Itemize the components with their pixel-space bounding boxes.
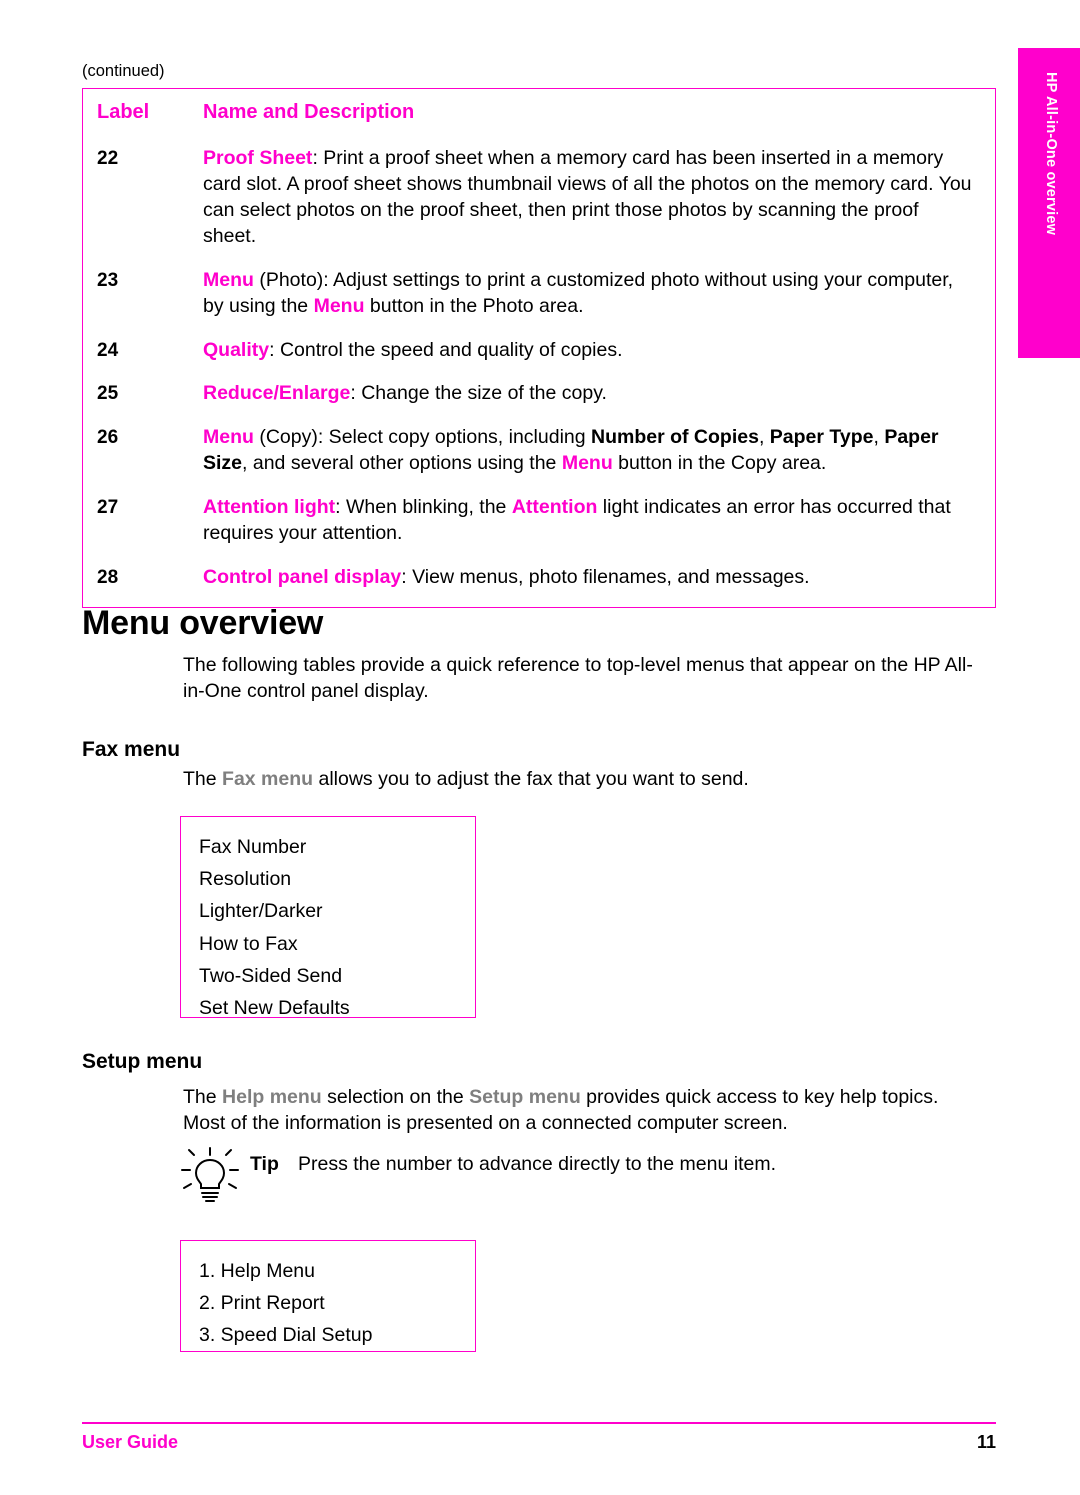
table-row: 24 Quality: Control the speed and qualit… [83,324,995,368]
row-label-cell: 24 [83,338,203,364]
row-number: 28 [97,567,119,589]
row-number: 24 [97,339,119,361]
row-number: 22 [97,148,119,169]
row-label-cell: 26 [83,425,203,477]
setup-menu-box: 1. Help Menu 2. Print Report 3. Speed Di… [180,1240,476,1352]
row-term: Reduce/Enlarge [203,382,351,405]
list-item: 1. Help Menu [199,1260,315,1282]
row-term: Menu [203,426,254,449]
fax-intro-term: Fax menu [222,768,314,790]
row-description-cell: Quality: Control the speed and quality o… [203,338,995,364]
fax-menu-box: Fax Number Resolution Lighter/Darker How… [180,816,476,1019]
list-item: How to Fax [199,932,298,955]
list-item: Set New Defaults [199,996,350,1019]
row-number: 25 [97,383,119,405]
table-header-label-cell: Label [83,101,203,124]
row-description-cell: Proof Sheet: Print a proof sheet when a … [203,146,995,250]
fax-menu-heading: Fax menu [82,738,181,761]
fax-intro-post: allows you to adjust the fax that you wa… [313,768,749,790]
list-item: Fax Number [199,836,307,858]
table-row: 27 Attention light: When blinking, the A… [83,481,995,551]
page-number: 11 [976,1432,996,1452]
setup-menu-heading: Setup menu [82,1050,203,1073]
footer-divider [82,1422,996,1424]
row-text: : Control the speed and quality of copie… [269,338,623,361]
setup-intro-term-setup: Setup menu [469,1086,581,1108]
row-label-cell: 22 [83,146,203,250]
row-description-cell: Reduce/Enlarge: Change the size of the c… [203,381,995,407]
row-description-cell: Menu (Copy): Select copy options, includ… [203,425,995,477]
menu-overview-intro: The following tables provide a quick ref… [183,654,973,703]
tip-label: Tip [250,1153,279,1175]
control-panel-table: Label Name and Description 22 Proof Shee… [82,88,996,608]
row-text: : Change the size of the copy. [350,382,607,405]
row-bold-1: Number of Copies [591,426,759,449]
row-text-tail: button in the Copy area. [612,452,827,475]
row-term: Quality [203,338,270,361]
fax-menu-intro: The Fax menu allows you to adjust the fa… [183,766,973,792]
table-header-label: Label [97,101,150,123]
row-text-tail: button in the Photo area. [364,294,584,317]
row-bold-2: Paper Type [769,426,874,449]
row-number: 27 [97,497,119,519]
table-header-row: Label Name and Description [83,89,995,132]
lightbulb-icon [181,1147,239,1202]
fax-intro-pre: The [183,768,223,790]
table-header-description: Name and Description [203,101,415,123]
row-sep-3: , and several other options using the [242,452,562,475]
inline-menu-term: Menu [313,294,365,317]
list-item: 2. Print Report [199,1292,325,1315]
list-item: Two-Sided Send [199,964,343,987]
setup-intro-term-help: Help menu [222,1086,322,1108]
row-text: : View menus, photo filenames, and messa… [401,566,810,589]
list-item: Resolution [199,868,292,891]
row-term: Menu [203,268,254,291]
row-number: 23 [97,269,119,291]
table-row: 26 Menu (Copy): Select copy options, inc… [83,411,995,481]
list-item: Lighter/Darker [199,900,323,923]
table-row: 22 Proof Sheet: Print a proof sheet when… [83,132,995,254]
row-label-cell: 23 [83,268,203,320]
row-label-cell: 25 [83,381,203,407]
row-text: : When blinking, the [335,496,512,519]
row-description-cell: Menu (Photo): Adjust settings to print a… [203,268,995,320]
page-title: Menu overview [82,604,324,642]
side-tab: HP All-in-One overview [1018,48,1080,358]
row-sep-2: , [873,426,885,449]
table-row: 23 Menu (Photo): Adjust settings to prin… [83,254,995,324]
row-label-cell: 27 [83,495,203,547]
row-term: Control panel display [203,566,402,589]
setup-intro-pre: The [183,1086,223,1108]
inline-attention-term: Attention [511,496,598,519]
row-term: Proof Sheet [203,147,313,169]
row-description-cell: Control panel display: View menus, photo… [203,565,995,591]
row-text: (Copy): Select copy options, including [253,426,592,449]
row-label-cell: 28 [83,565,203,591]
table-header-desc-cell: Name and Description [203,101,995,124]
side-tab-label: HP All-in-One overview [1043,72,1059,236]
table-row: 25 Reduce/Enlarge: Change the size of th… [83,367,995,411]
row-number: 26 [97,427,119,449]
list-item: 3. Speed Dial Setup [199,1324,373,1347]
row-description-cell: Attention light: When blinking, the Atte… [203,495,995,547]
setup-menu-intro: The Help menu selection on the Setup men… [183,1084,978,1137]
inline-menu-term: Menu [561,452,613,475]
table-row: 28 Control panel display: View menus, ph… [83,551,995,607]
continued-label: (continued) [82,62,165,80]
row-sep-1: , [758,426,770,449]
setup-intro-mid: selection on the [321,1086,470,1108]
row-term: Attention light [203,496,336,519]
footer-left-label: User Guide [82,1432,179,1452]
tip-text: Press the number to advance directly to … [298,1153,776,1175]
row-text: : Print a proof sheet when a memory card… [203,147,972,247]
